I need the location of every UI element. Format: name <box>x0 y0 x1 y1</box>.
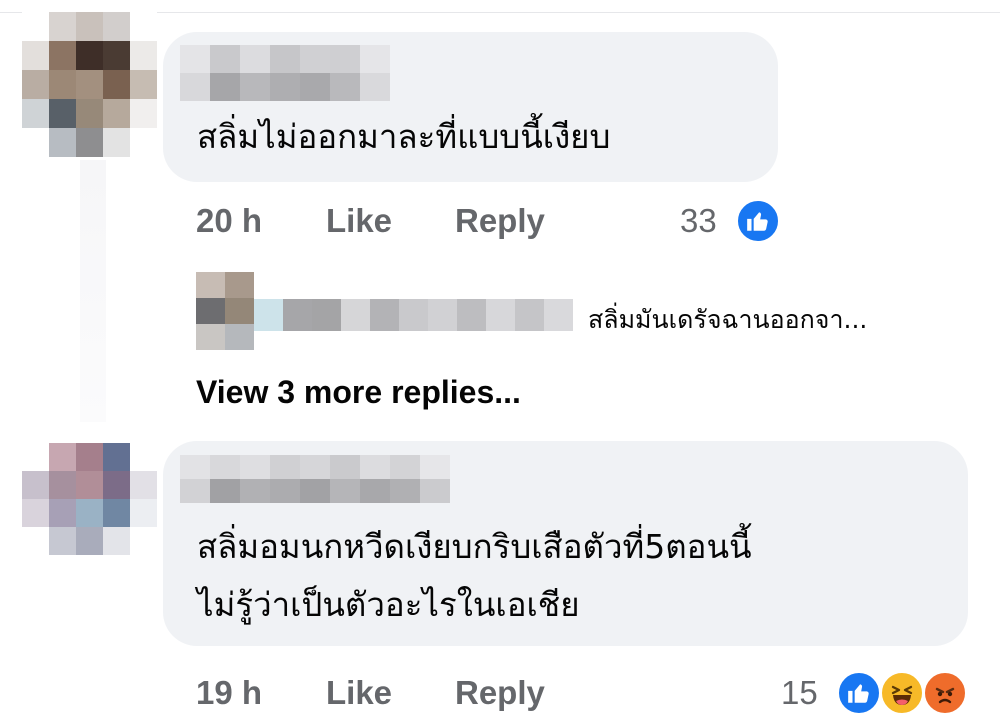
reply-button[interactable]: Reply <box>455 674 545 712</box>
view-more-replies-link[interactable]: View 3 more replies... <box>196 374 521 411</box>
comment-text: สลิ่มไม่ออกมาละที่แบบนี้เงียบ <box>197 117 611 156</box>
commenter-name[interactable] <box>180 45 390 101</box>
avatar[interactable] <box>22 443 157 555</box>
like-button[interactable]: Like <box>326 674 392 712</box>
reply-avatar[interactable] <box>196 272 254 350</box>
like-button[interactable]: Like <box>326 202 392 240</box>
comment-text-line-2: ไม่รู้ว่าเป็นตัวอะไรในเอเชีย <box>197 585 580 624</box>
like-icon[interactable] <box>836 670 882 716</box>
comment-timestamp[interactable]: 20 h <box>196 202 262 240</box>
reply-button[interactable]: Reply <box>455 202 545 240</box>
reply-preview-text[interactable]: สลิ่มมันเดรัจฉานออกจา... <box>588 300 867 340</box>
reaction-count[interactable]: 15 <box>781 674 818 712</box>
angry-icon[interactable] <box>922 670 968 716</box>
commenter-name[interactable] <box>180 455 450 503</box>
comment-text-line-1: สลิ่มอมนกหวีดเงียบกริบเสือตัวที่5ตอนนี้ <box>197 527 752 566</box>
thread-line <box>80 160 106 422</box>
like-icon[interactable] <box>735 198 781 244</box>
avatar[interactable] <box>22 12 157 157</box>
reply-author-name[interactable] <box>254 299 573 331</box>
haha-icon[interactable] <box>879 670 925 716</box>
reaction-count[interactable]: 33 <box>680 202 717 240</box>
comment-timestamp[interactable]: 19 h <box>196 674 262 712</box>
